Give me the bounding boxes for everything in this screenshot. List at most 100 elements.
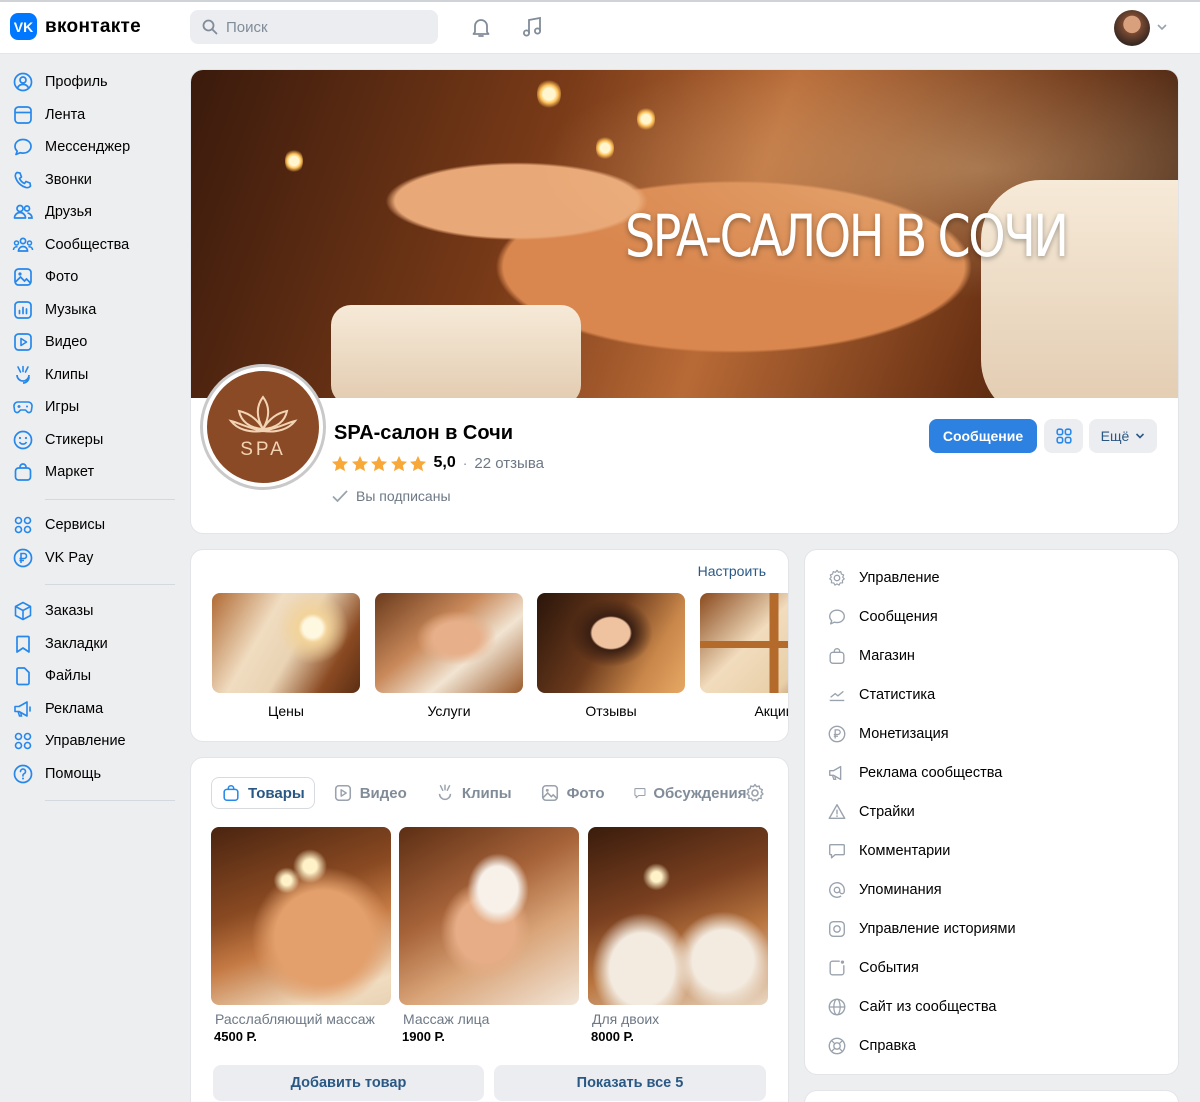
manage-item-comments[interactable]: Комментарии (827, 839, 950, 863)
tile-label: Услуги (427, 703, 471, 719)
product-price: 8000 Р. (591, 1029, 634, 1044)
reviews-count[interactable]: 22 отзыва (474, 455, 544, 472)
management-card: Управление Сообщения Магазин Статистика … (805, 550, 1178, 1074)
sidebar-item-ads[interactable]: Реклама (12, 697, 176, 721)
manage-item-label: Справка (859, 1038, 916, 1054)
sidebar-item-files[interactable]: Файлы (12, 664, 176, 688)
community-avatar[interactable]: SPA (203, 367, 323, 487)
manage-item-management[interactable]: Управление (827, 566, 940, 590)
gear-icon[interactable] (744, 782, 766, 804)
gear-icon (829, 569, 845, 586)
product-card[interactable]: Расслабляющий массаж 4500 Р. (211, 827, 391, 1044)
stories-icon (829, 921, 845, 937)
manage-item-label: События (859, 960, 919, 976)
subscribed-status[interactable]: Вы подписаны (331, 488, 451, 504)
manage-item-events[interactable]: События (827, 956, 919, 980)
manage-item-stories[interactable]: Управление историями (827, 917, 1016, 941)
tab-discussions[interactable]: Обсуждения (623, 777, 747, 809)
video-icon (334, 784, 351, 802)
sidebar-divider (45, 499, 175, 500)
link-tile-prices[interactable]: Цены (212, 593, 360, 719)
apps-button[interactable] (1044, 419, 1083, 453)
sidebar-item-music[interactable]: Музыка (12, 298, 176, 322)
sidebar-item-profile[interactable]: Профиль (12, 70, 176, 94)
setup-link[interactable]: Настроить (698, 563, 766, 579)
link-tile-promo[interactable]: Акции (700, 593, 788, 719)
manage-item-strikes[interactable]: Страйки (827, 800, 915, 824)
search-box[interactable] (190, 10, 438, 44)
sidebar-item-label: Закладки (45, 636, 108, 652)
sidebar-item-market[interactable]: Маркет (12, 460, 176, 484)
chevron-down-icon[interactable] (1156, 22, 1168, 32)
sidebar-item-label: Друзья (45, 204, 93, 220)
sidebar-item-messenger[interactable]: Мессенджер (12, 135, 176, 159)
cover-title: SPA-САЛОН В СОЧИ (625, 202, 1069, 270)
message-button[interactable]: Сообщение (929, 419, 1037, 453)
globe-icon (828, 998, 846, 1016)
sidebar-item-vkpay[interactable]: VK Pay (12, 546, 176, 570)
link-tile-services[interactable]: Услуги (375, 593, 523, 719)
tab-goods[interactable]: Товары (211, 777, 315, 809)
tab-video[interactable]: Видео (323, 777, 417, 809)
community-rating[interactable]: 5,0 · 22 отзыва (331, 454, 544, 472)
cover-image: SPA-САЛОН В СОЧИ (191, 70, 1178, 398)
sidebar-item-label: Помощь (45, 766, 102, 782)
sidebar-item-games[interactable]: Игры (12, 395, 176, 419)
show-all-button[interactable]: Показать все 5 (494, 1065, 766, 1101)
bookmark-icon (16, 635, 30, 653)
search-input[interactable] (226, 18, 416, 36)
sidebar-item-management[interactable]: Управление (12, 729, 176, 753)
tab-clips[interactable]: Клипы (425, 777, 522, 809)
user-avatar[interactable] (1114, 10, 1150, 46)
sidebar-item-communities[interactable]: Сообщества (12, 233, 176, 257)
sidebar-item-photo[interactable]: Фото (12, 265, 176, 289)
manage-item-monetization[interactable]: Монетизация (827, 722, 949, 746)
product-card[interactable]: Массаж лица 1900 Р. (399, 827, 579, 1044)
event-icon (829, 960, 845, 976)
photo-icon (541, 784, 558, 802)
manage-item-label: Упоминания (859, 882, 942, 898)
comment-icon (829, 843, 845, 859)
sidebar-item-help[interactable]: Помощь (12, 762, 176, 786)
manage-item-label: Магазин (859, 648, 915, 664)
sidebar-item-label: VK Pay (45, 550, 94, 566)
music-icon[interactable] (520, 15, 544, 39)
sidebar-item-clips[interactable]: Клипы (12, 363, 176, 387)
sidebar-item-feed[interactable]: Лента (12, 103, 176, 127)
manage-item-ads[interactable]: Реклама сообщества (827, 761, 1002, 785)
prices-image (212, 593, 360, 693)
sidebar-item-label: Клипы (45, 367, 89, 383)
sidebar-item-bookmarks[interactable]: Закладки (12, 632, 176, 656)
manage-item-shop[interactable]: Магазин (827, 644, 915, 668)
manage-item-help[interactable]: Справка (827, 1034, 916, 1058)
gamepad-icon (13, 401, 33, 414)
star-icon (409, 455, 427, 471)
manage-item-messages[interactable]: Сообщения (827, 605, 938, 629)
product-card[interactable]: Для двоих 8000 Р. (588, 827, 768, 1044)
tab-photo[interactable]: Фото (530, 777, 615, 809)
sidebar-item-services[interactable]: Сервисы (12, 513, 176, 537)
sidebar-item-friends[interactable]: Друзья (12, 200, 176, 224)
more-button[interactable]: Ещё (1089, 419, 1157, 453)
sidebar-item-orders[interactable]: Заказы (12, 599, 176, 623)
sidebar-item-stickers[interactable]: Стикеры (12, 428, 176, 452)
product-name: Расслабляющий массаж (215, 1011, 375, 1027)
discussion-icon (633, 788, 646, 799)
sidebar-item-label: Фото (45, 269, 79, 285)
add-product-button[interactable]: Добавить товар (213, 1065, 484, 1101)
bell-icon[interactable] (469, 15, 493, 39)
goods-card: Товары Видео Клипы Фото Обсуждения Рассл… (191, 758, 788, 1102)
sidebar-item-video[interactable]: Видео (12, 330, 176, 354)
tile-label: Отзывы (585, 703, 637, 719)
sidebar-item-calls[interactable]: Звонки (12, 168, 176, 192)
manage-item-site[interactable]: Сайт из сообщества (827, 995, 996, 1019)
manage-item-label: Страйки (859, 804, 915, 820)
sidebar-item-label: Файлы (45, 668, 92, 684)
star-icon (370, 455, 388, 471)
manage-item-statistics[interactable]: Статистика (827, 683, 935, 707)
vk-logo[interactable]: VK вконтакте (10, 13, 141, 40)
friends-icon (13, 204, 33, 219)
manage-item-mentions[interactable]: Упоминания (827, 878, 942, 902)
sidebar-item-label: Маркет (45, 464, 95, 480)
link-tile-reviews[interactable]: Отзывы (537, 593, 685, 719)
